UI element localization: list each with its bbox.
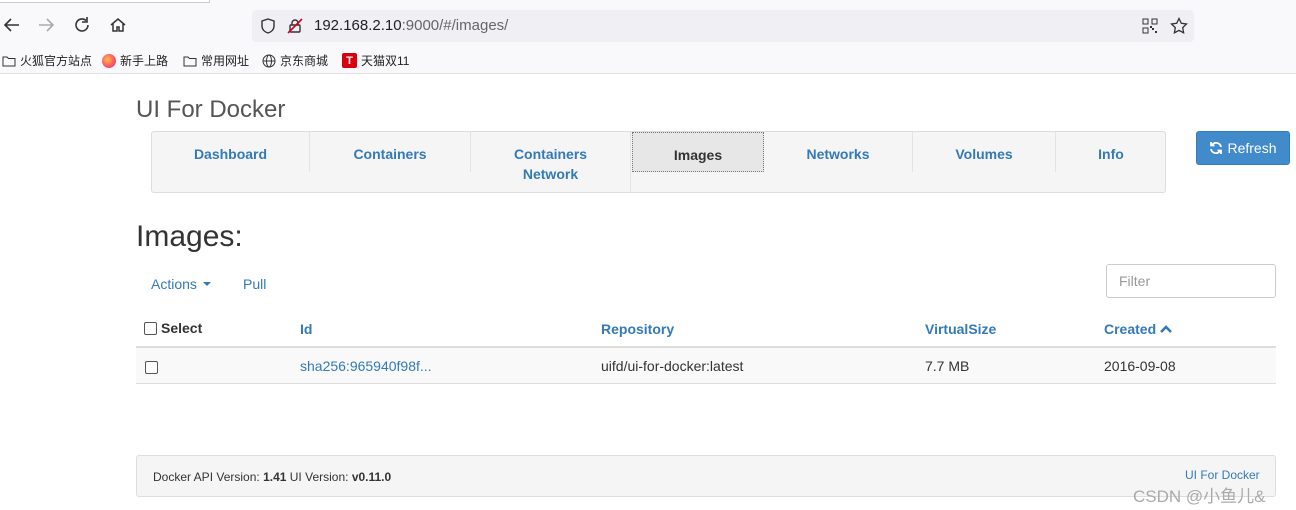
shield-icon[interactable]: [260, 18, 276, 39]
tab-dashboard[interactable]: Dashboard: [152, 132, 310, 172]
browser-toolbar: 192.168.2.10:9000/#/images/: [0, 0, 1296, 46]
image-repository: uifd/ui-for-docker:latest: [601, 358, 744, 374]
api-version-value: 1.41: [263, 470, 287, 484]
column-header-repository[interactable]: Repository: [601, 321, 674, 337]
column-header-virtualsize[interactable]: VirtualSize: [925, 321, 996, 337]
api-version-label: Docker API Version:: [153, 470, 260, 484]
caret-down-icon: [202, 282, 211, 286]
pull-button[interactable]: Pull: [243, 276, 266, 292]
actions-dropdown[interactable]: Actions: [151, 276, 211, 292]
back-icon[interactable]: [0, 13, 24, 37]
bookmark-label: 常用网址: [201, 54, 250, 68]
filter-input[interactable]: [1106, 264, 1276, 298]
tmall-icon: T: [342, 53, 357, 68]
table-header: Select Id Repository VirtualSize Created: [136, 308, 1276, 348]
bookmark-label: 京东商城: [280, 54, 329, 68]
bookmark-item[interactable]: 京东商城: [262, 52, 328, 69]
page-heading: Images:: [136, 220, 243, 253]
reload-icon[interactable]: [70, 13, 94, 37]
firefox-icon: [102, 53, 116, 68]
image-id-link[interactable]: sha256:965940f98f...: [300, 358, 432, 374]
bookmark-label: 火狐官方站点: [20, 54, 93, 68]
app-title: UI For Docker: [136, 96, 286, 123]
column-header-created-label: Created: [1104, 321, 1157, 337]
image-size: 7.7 MB: [925, 358, 970, 374]
select-all-header[interactable]: Select: [144, 320, 202, 336]
refresh-icon: [1210, 142, 1223, 154]
tab-images[interactable]: Images: [632, 132, 764, 172]
refresh-label: Refresh: [1227, 140, 1277, 156]
bookmark-label: 天猫双11: [361, 54, 410, 68]
bookmark-item[interactable]: 新手上路: [102, 52, 168, 69]
tab-containers-network[interactable]: Containers Network: [471, 132, 631, 192]
address-bar[interactable]: 192.168.2.10:9000/#/images/: [252, 10, 1194, 42]
image-created: 2016-09-08: [1104, 358, 1176, 374]
url-path: :9000/#/images/: [401, 17, 509, 34]
sort-ascending-icon: [1160, 325, 1173, 333]
watermark: CSDN @小鱼儿&: [1133, 487, 1266, 506]
ui-version-value: v0.11.0: [351, 470, 392, 484]
version-info: Docker API Version: 1.41 UI Version: v0.…: [153, 470, 391, 484]
footer: Docker API Version: 1.41 UI Version: v0.…: [136, 455, 1276, 497]
main-nav: Dashboard Containers Containers Network …: [151, 131, 1166, 193]
globe-icon: [262, 54, 276, 67]
url-host: 192.168.2.10: [314, 17, 402, 34]
footer-link[interactable]: UI For Docker: [1185, 468, 1260, 482]
qr-code-icon[interactable]: [1142, 18, 1158, 39]
home-icon[interactable]: [106, 13, 130, 37]
bookmark-item[interactable]: 常用网址: [183, 52, 249, 69]
ui-version-label: UI Version:: [289, 470, 349, 484]
tab-containers[interactable]: Containers: [310, 132, 471, 172]
tab-info[interactable]: Info: [1056, 132, 1166, 172]
insecure-lock-icon[interactable]: [287, 18, 303, 39]
forward-icon[interactable]: [34, 13, 58, 37]
bookmark-item[interactable]: T 天猫双11: [342, 52, 409, 69]
actions-label: Actions: [151, 276, 197, 292]
bookmark-item[interactable]: 火狐官方站点: [2, 52, 92, 69]
table-row: sha256:965940f98f... uifd/ui-for-docker:…: [136, 348, 1276, 384]
folder-icon: [2, 56, 16, 66]
column-header-select: Select: [161, 320, 203, 336]
column-header-id[interactable]: Id: [300, 321, 312, 337]
row-select-checkbox[interactable]: [145, 361, 158, 374]
select-all-checkbox[interactable]: [144, 321, 157, 335]
refresh-button[interactable]: Refresh: [1196, 131, 1290, 165]
folder-icon: [183, 56, 197, 66]
bookmark-label: 新手上路: [120, 54, 169, 68]
bookmark-star-icon[interactable]: [1170, 16, 1188, 40]
column-header-created[interactable]: Created: [1104, 321, 1173, 337]
url-text[interactable]: 192.168.2.10:9000/#/images/: [314, 17, 508, 34]
bookmarks-bar: 火狐官方站点 新手上路 常用网址 京东商城 T 天猫双11: [0, 46, 1296, 74]
tab-volumes[interactable]: Volumes: [913, 132, 1056, 172]
tab-networks[interactable]: Networks: [764, 132, 913, 172]
browser-tab-edge: [0, 0, 210, 3]
